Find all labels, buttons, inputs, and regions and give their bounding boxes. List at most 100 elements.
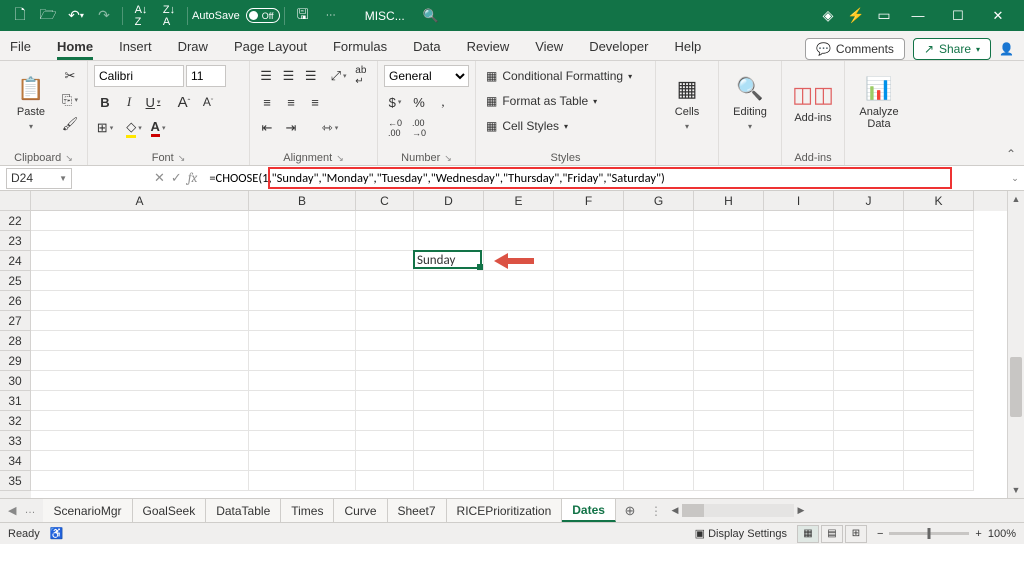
align-top-icon[interactable]: ☰ [256, 65, 276, 87]
number-launcher-icon[interactable]: ↘ [444, 153, 452, 164]
cell-B27[interactable] [249, 311, 356, 331]
cell-E34[interactable] [484, 451, 554, 471]
cell-D31[interactable] [414, 391, 484, 411]
cell-C33[interactable] [356, 431, 414, 451]
undo-icon[interactable]: ↶▾ [62, 4, 90, 28]
row-header-28[interactable]: 28 [0, 331, 31, 351]
cell-J22[interactable] [834, 211, 904, 231]
cell-F22[interactable] [554, 211, 624, 231]
share-button[interactable]: ↗Share▾ [913, 38, 991, 60]
cell-E22[interactable] [484, 211, 554, 231]
cell-K26[interactable] [904, 291, 974, 311]
cell-D33[interactable] [414, 431, 484, 451]
cell-B22[interactable] [249, 211, 356, 231]
fill-color-button[interactable]: ◇▾ [123, 117, 145, 139]
row-header-22[interactable]: 22 [0, 211, 31, 231]
cell-I35[interactable] [764, 471, 834, 491]
vertical-scrollbar[interactable]: ▲ ▼ [1007, 191, 1024, 498]
cell-E26[interactable] [484, 291, 554, 311]
ribbon-mode-icon[interactable]: ▭ [870, 4, 898, 28]
expand-formula-icon[interactable]: ⌄ [1006, 173, 1024, 184]
cell-K25[interactable] [904, 271, 974, 291]
cell-E32[interactable] [484, 411, 554, 431]
row-header-23[interactable]: 23 [0, 231, 31, 251]
sheet-tab-curve[interactable]: Curve [334, 499, 387, 522]
cell-A32[interactable] [31, 411, 249, 431]
cell-I24[interactable] [764, 251, 834, 271]
sort-asc-icon[interactable]: A↓Z [127, 4, 155, 28]
cell-G28[interactable] [624, 331, 694, 351]
cell-A27[interactable] [31, 311, 249, 331]
cell-F30[interactable] [554, 371, 624, 391]
cell-C25[interactable] [356, 271, 414, 291]
cell-I30[interactable] [764, 371, 834, 391]
merge-button[interactable]: ⇿▾ [310, 117, 350, 139]
cell-F26[interactable] [554, 291, 624, 311]
editing-button[interactable]: 🔍Editing▾ [725, 65, 775, 141]
cell-C22[interactable] [356, 211, 414, 231]
cell-F28[interactable] [554, 331, 624, 351]
cell-A29[interactable] [31, 351, 249, 371]
cell-F33[interactable] [554, 431, 624, 451]
horizontal-scrollbar[interactable]: ◀ ▶ [668, 504, 808, 517]
cell-H34[interactable] [694, 451, 764, 471]
cell-D22[interactable] [414, 211, 484, 231]
tab-file[interactable]: File [10, 33, 31, 60]
cell-I23[interactable] [764, 231, 834, 251]
cell-C29[interactable] [356, 351, 414, 371]
add-sheet-button[interactable]: ⊕ [616, 503, 644, 519]
cell-G29[interactable] [624, 351, 694, 371]
font-launcher-icon[interactable]: ↘ [178, 153, 186, 164]
sheet-tab-scenariomgr[interactable]: ScenarioMgr [43, 499, 132, 522]
redo-icon[interactable]: ↷ [90, 4, 118, 28]
cell-H35[interactable] [694, 471, 764, 491]
decrease-indent-icon[interactable]: ⇤ [256, 117, 278, 139]
cell-G26[interactable] [624, 291, 694, 311]
cell-H25[interactable] [694, 271, 764, 291]
row-header-30[interactable]: 30 [0, 371, 31, 391]
minimize-button[interactable]: — [898, 0, 938, 31]
cell-D29[interactable] [414, 351, 484, 371]
align-middle-icon[interactable]: ☰ [278, 65, 298, 87]
scroll-down-icon[interactable]: ▼ [1008, 482, 1024, 498]
sheet-tab-dates[interactable]: Dates [562, 499, 616, 522]
cell-D26[interactable] [414, 291, 484, 311]
cell-C30[interactable] [356, 371, 414, 391]
cell-E31[interactable] [484, 391, 554, 411]
cell-I33[interactable] [764, 431, 834, 451]
cell-F34[interactable] [554, 451, 624, 471]
cell-I25[interactable] [764, 271, 834, 291]
wrap-text-button[interactable]: ab↵ [351, 65, 371, 87]
cell-I31[interactable] [764, 391, 834, 411]
fx-icon[interactable]: fx [188, 171, 198, 186]
italic-button[interactable]: I [118, 91, 140, 113]
cell-J29[interactable] [834, 351, 904, 371]
cell-I32[interactable] [764, 411, 834, 431]
cell-K27[interactable] [904, 311, 974, 331]
accessibility-icon[interactable]: ♿ [50, 527, 64, 540]
cell-G31[interactable] [624, 391, 694, 411]
row-header-32[interactable]: 32 [0, 411, 31, 431]
cell-B33[interactable] [249, 431, 356, 451]
row-header-24[interactable]: 24 [0, 251, 31, 271]
cell-H32[interactable] [694, 411, 764, 431]
cell-K34[interactable] [904, 451, 974, 471]
underline-button[interactable]: U▾ [142, 91, 164, 113]
row-header-26[interactable]: 26 [0, 291, 31, 311]
col-header-H[interactable]: H [694, 191, 764, 211]
col-header-I[interactable]: I [764, 191, 834, 211]
col-header-D[interactable]: D [414, 191, 484, 211]
comments-button[interactable]: 💬Comments [805, 38, 905, 60]
cell-D24[interactable]: Sunday [414, 251, 484, 271]
row-header-35[interactable]: 35 [0, 471, 31, 491]
cell-D34[interactable] [414, 451, 484, 471]
autosave-toggle[interactable]: AutoSave Off [192, 8, 280, 23]
cell-G32[interactable] [624, 411, 694, 431]
cell-G22[interactable] [624, 211, 694, 231]
row-header-25[interactable]: 25 [0, 271, 31, 291]
sheet-tab-times[interactable]: Times [281, 499, 334, 522]
col-header-G[interactable]: G [624, 191, 694, 211]
cell-B29[interactable] [249, 351, 356, 371]
currency-button[interactable]: $▾ [384, 91, 406, 113]
page-break-view-icon[interactable]: ⊞ [845, 525, 867, 543]
